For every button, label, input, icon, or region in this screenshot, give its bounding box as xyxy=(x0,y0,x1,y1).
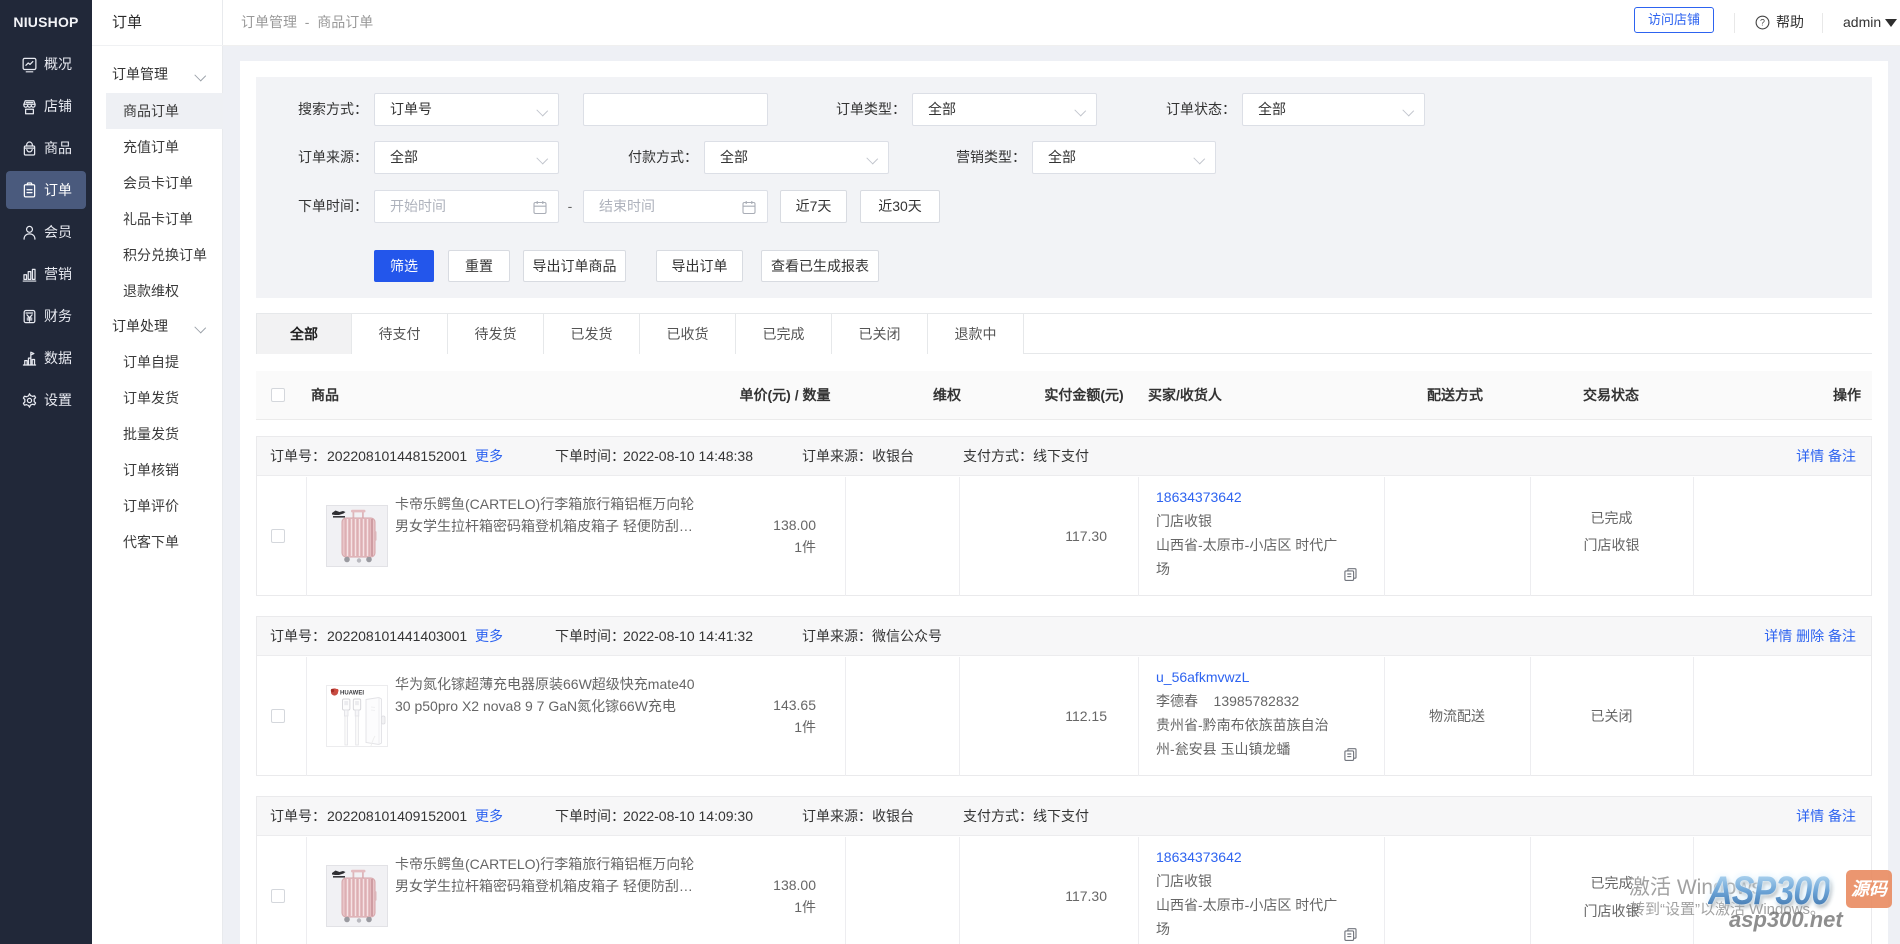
svg-text:?: ? xyxy=(1760,18,1765,28)
svg-text:HUAWEI: HUAWEI xyxy=(340,690,364,696)
